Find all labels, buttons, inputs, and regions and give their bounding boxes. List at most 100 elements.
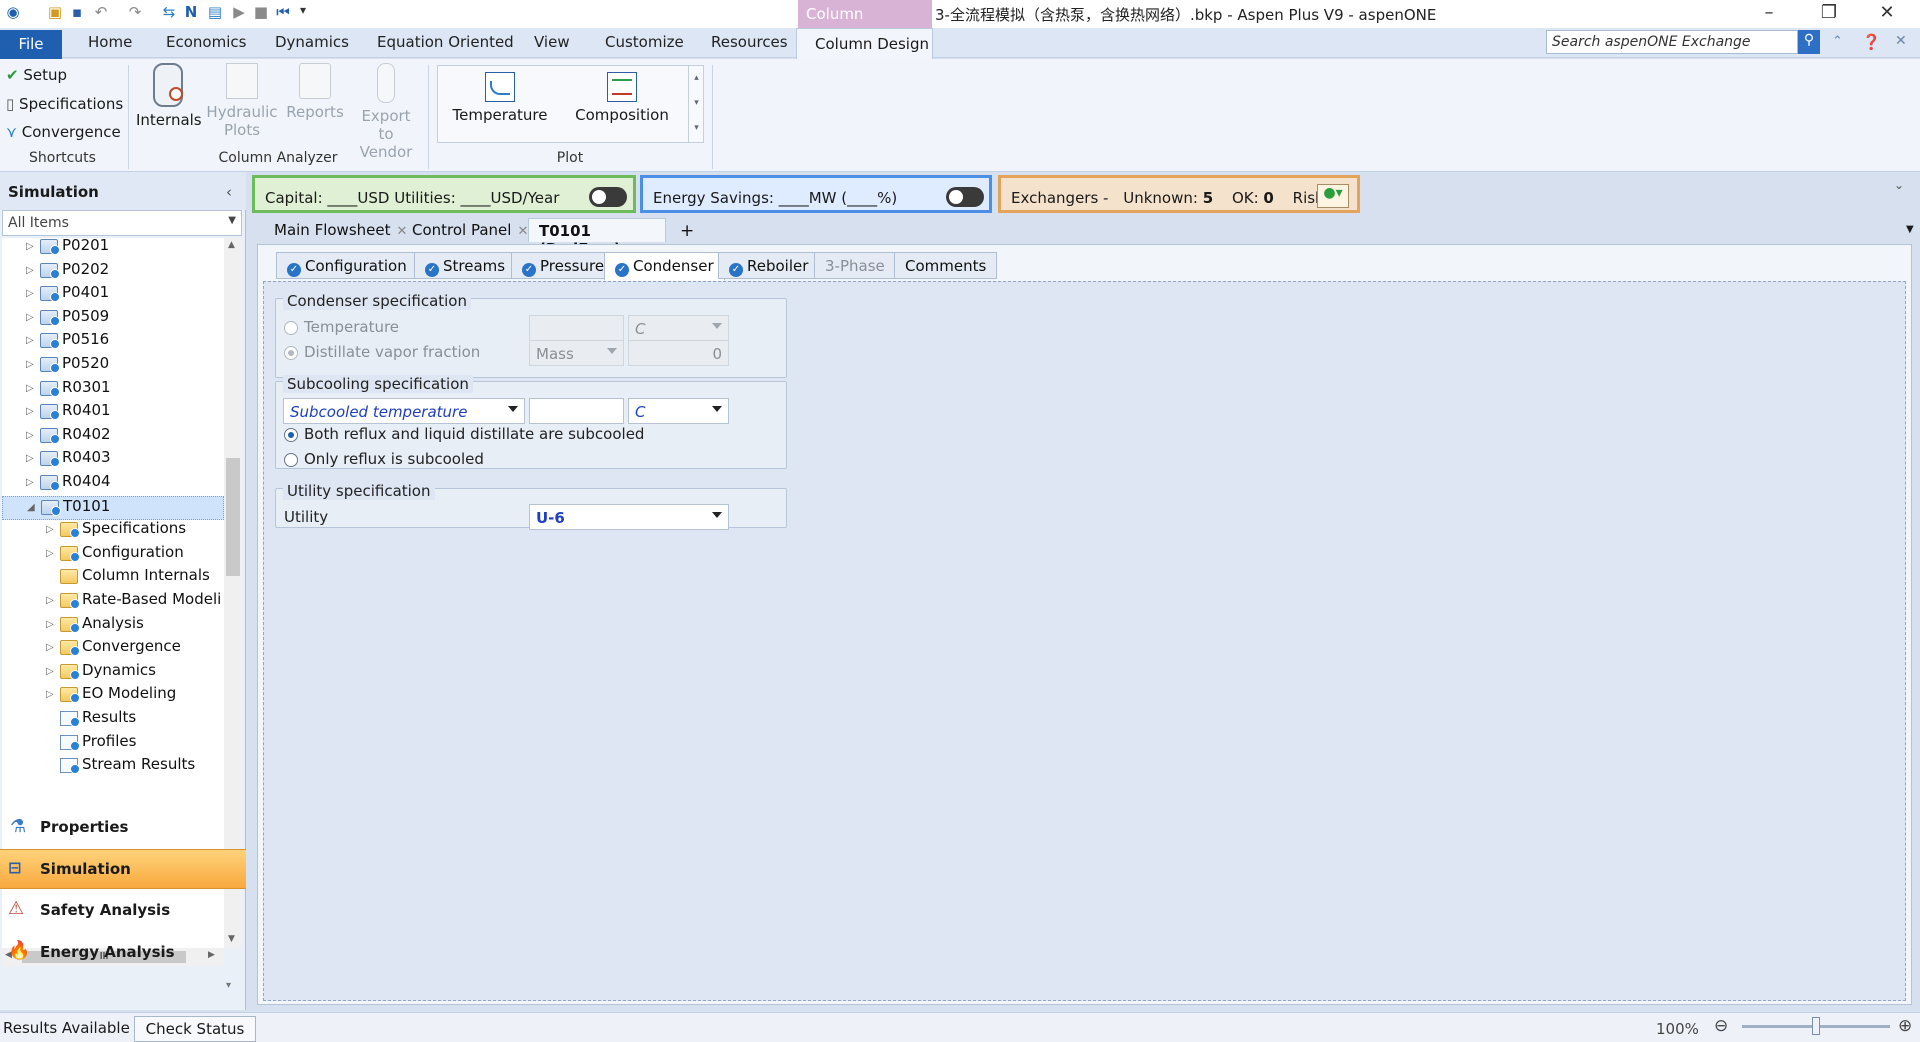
search-input[interactable]: Search aspenONE Exchange bbox=[1546, 30, 1798, 54]
capital-toggle[interactable] bbox=[589, 187, 627, 207]
tree-item-r0402[interactable]: ▷ R0402 bbox=[2, 425, 224, 449]
new-file-icon[interactable]: ▣ bbox=[46, 3, 64, 23]
temperature-field[interactable] bbox=[529, 315, 624, 341]
expand-node-icon[interactable]: ▷ bbox=[46, 642, 54, 653]
nav-energy[interactable]: 🔥 Energy Analysis bbox=[0, 933, 246, 973]
subcooling-type-select[interactable]: Subcooled temperature bbox=[283, 398, 525, 424]
tree-item-dynamics[interactable]: ▷ Dynamics bbox=[2, 661, 224, 685]
tab-list-icon[interactable]: ▼ bbox=[1906, 224, 1914, 235]
tab-condenser[interactable]: ✓ Condenser bbox=[604, 252, 725, 281]
tab-comments[interactable]: Comments bbox=[894, 252, 998, 279]
tree-item-r0301[interactable]: ▷ R0301 bbox=[2, 378, 224, 402]
tree-item-eo-modeling[interactable]: ▷ EO Modeling bbox=[2, 684, 224, 708]
expand-node-icon[interactable]: ▷ bbox=[26, 477, 34, 488]
minimize-icon[interactable]: – bbox=[1746, 2, 1792, 26]
expand-node-icon[interactable]: ▷ bbox=[26, 312, 34, 323]
tab-reboiler[interactable]: ✓ Reboiler bbox=[718, 252, 820, 279]
expand-node-icon[interactable]: ▷ bbox=[26, 383, 34, 394]
energy-toggle[interactable] bbox=[946, 187, 984, 207]
nav-safety[interactable]: ⚠ Safety Analysis bbox=[0, 891, 246, 931]
expand-node-icon[interactable]: ▷ bbox=[26, 406, 34, 417]
tab-pressure[interactable]: ✓ Pressure bbox=[511, 252, 616, 279]
tree-item-profiles[interactable]: Profiles bbox=[2, 732, 224, 756]
tab-dynamics[interactable]: Dynamics bbox=[275, 33, 349, 51]
collapse-nav-icon[interactable]: ‹ bbox=[226, 183, 232, 201]
expand-node-icon[interactable]: ▷ bbox=[26, 265, 34, 276]
collapse-node-icon[interactable]: ◢ bbox=[27, 502, 35, 513]
ribbon-close-icon[interactable]: ✕ bbox=[1895, 33, 1907, 49]
nav-filter-select[interactable]: All Items ▼ bbox=[2, 210, 242, 236]
shortcut-specifications[interactable]: ▯ Specifications bbox=[6, 95, 123, 113]
export-vendor-button[interactable]: Export to Vendor bbox=[352, 63, 420, 161]
check-status-button[interactable]: Check Status bbox=[134, 1016, 256, 1042]
subcooled-unit-select[interactable]: C bbox=[628, 398, 729, 424]
internals-button[interactable]: Internals bbox=[136, 63, 202, 129]
hydraulic-plots-button[interactable]: Hydraulic Plots bbox=[206, 63, 278, 139]
expand-node-icon[interactable]: ▷ bbox=[26, 288, 34, 299]
expand-node-icon[interactable]: ▷ bbox=[26, 241, 34, 252]
aspen-logo-icon[interactable]: ◉ bbox=[4, 3, 22, 23]
vapor-fraction-basis-select[interactable]: Mass bbox=[529, 340, 624, 366]
tree-item-column-internals[interactable]: Column Internals bbox=[2, 566, 224, 590]
tree-item-results[interactable]: Results bbox=[2, 708, 224, 732]
tab-home[interactable]: Home bbox=[88, 33, 132, 51]
expand-node-icon[interactable]: ▷ bbox=[26, 453, 34, 464]
expand-node-icon[interactable]: ▷ bbox=[26, 359, 34, 370]
reports-button[interactable]: Reports bbox=[284, 63, 346, 121]
expand-node-icon[interactable]: ▷ bbox=[46, 619, 54, 630]
expand-node-icon[interactable]: ▷ bbox=[46, 548, 54, 559]
help-icon[interactable]: ❓ bbox=[1862, 33, 1881, 51]
tab-customize[interactable]: Customize bbox=[605, 33, 684, 51]
tab-file[interactable]: File bbox=[0, 30, 62, 59]
tab-economics[interactable]: Economics bbox=[166, 33, 246, 51]
tree-item-p0401[interactable]: ▷ P0401 bbox=[2, 283, 224, 307]
tree-item-t0101[interactable]: ◢ T0101 bbox=[2, 495, 224, 520]
tree-item-p0516[interactable]: ▷ P0516 bbox=[2, 330, 224, 354]
tree-item-convergence[interactable]: ▷ Convergence bbox=[2, 637, 224, 661]
tab-resources[interactable]: Resources bbox=[711, 33, 788, 51]
expand-node-icon[interactable]: ▷ bbox=[46, 689, 54, 700]
tab-3-phase[interactable]: 3-Phase bbox=[814, 252, 896, 279]
expand-node-icon[interactable]: ▷ bbox=[46, 524, 54, 535]
utility-select[interactable]: U-6 bbox=[529, 504, 729, 530]
exchanger-status-icon[interactable]: ●▾ bbox=[1317, 184, 1349, 208]
tree-item-stream-results[interactable]: Stream Results bbox=[2, 755, 224, 779]
shortcut-convergence[interactable]: ⋎ Convergence bbox=[6, 123, 121, 141]
vapor-fraction-radio[interactable] bbox=[284, 346, 298, 360]
restore-icon[interactable]: ❐ bbox=[1806, 2, 1852, 26]
tree-item-configuration[interactable]: ▷ Configuration bbox=[2, 543, 224, 567]
tab-configuration[interactable]: ✓ Configuration bbox=[276, 252, 418, 279]
tree-item-specifications[interactable]: ▷ Specifications bbox=[2, 519, 224, 543]
reflux-only-radio[interactable] bbox=[284, 453, 298, 467]
both-subcooled-radio[interactable] bbox=[284, 428, 298, 442]
subcooled-temperature-field[interactable] bbox=[529, 398, 624, 424]
next-icon[interactable]: N bbox=[182, 3, 200, 23]
save-icon[interactable]: ▪ bbox=[68, 3, 86, 23]
tree-item-r0401[interactable]: ▷ R0401 bbox=[2, 401, 224, 425]
scroll-thumb[interactable] bbox=[226, 458, 240, 576]
close-icon[interactable]: ✕ bbox=[1864, 2, 1910, 26]
control-panel-icon[interactable]: ▤ bbox=[206, 3, 224, 23]
stop-icon[interactable]: ■ bbox=[252, 3, 270, 23]
gallery-scroll[interactable]: ▴ ▾ ▾ bbox=[688, 66, 704, 143]
tree-item-p0520[interactable]: ▷ P0520 bbox=[2, 354, 224, 378]
customize-qat-icon[interactable]: ▾ bbox=[294, 3, 312, 23]
tree-item-p0202[interactable]: ▷ P0202 bbox=[2, 260, 224, 284]
shortcut-setup[interactable]: ✔ Setup bbox=[6, 66, 67, 84]
temperature-plot-button[interactable]: Temperature bbox=[450, 72, 550, 124]
new-tab-icon[interactable]: + bbox=[676, 218, 694, 242]
reset-icon[interactable]: ⏮ bbox=[274, 3, 292, 23]
run-icon[interactable]: ▶ bbox=[230, 3, 248, 23]
scroll-up-icon[interactable]: ▲ bbox=[228, 240, 235, 250]
doctab-t0101[interactable]: T0101 (RadFrac)✕ bbox=[528, 218, 666, 258]
tab-equation-oriented[interactable]: Equation Oriented bbox=[377, 33, 514, 51]
doctab-main-flowsheet[interactable]: Main Flowsheet ✕ bbox=[264, 218, 407, 242]
tree-item-r0403[interactable]: ▷ R0403 bbox=[2, 448, 224, 472]
temperature-unit-select[interactable]: C bbox=[628, 315, 729, 341]
redo-icon[interactable]: ↷ bbox=[126, 3, 144, 23]
collapse-ribbon-icon[interactable]: ⌃ bbox=[1832, 34, 1843, 49]
search-icon[interactable]: ⚲ bbox=[1798, 30, 1820, 54]
tree-item-analysis[interactable]: ▷ Analysis bbox=[2, 614, 224, 638]
tree-item-rate-based-modeli[interactable]: ▷ Rate-Based Modeli bbox=[2, 590, 224, 614]
doctab-control-panel[interactable]: Control Panel ✕ bbox=[402, 218, 528, 242]
